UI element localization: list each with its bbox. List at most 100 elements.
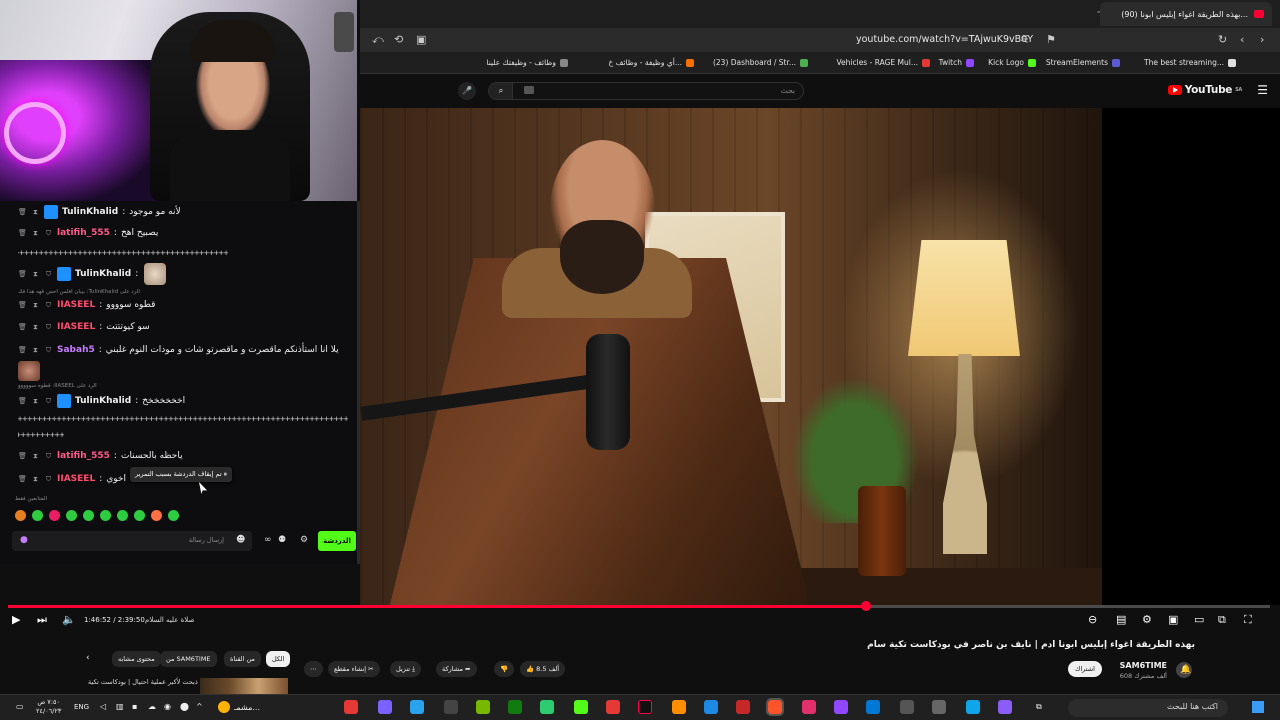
bookmark-item[interactable]: أي وظيفة - وظائف خ...: [608, 58, 694, 67]
youtube-logo[interactable]: YouTube SA: [1167, 84, 1242, 96]
emote-icon[interactable]: [15, 510, 26, 521]
taskbar-app-icon[interactable]: [606, 700, 620, 714]
theater-mode-icon[interactable]: ▭: [1194, 613, 1204, 626]
tray-app-icon[interactable]: ◉: [164, 702, 171, 711]
voice-search-icon[interactable]: 🎤: [458, 82, 476, 100]
pin-icon[interactable]: 🗑: [18, 475, 27, 483]
tray-expand-icon[interactable]: ^: [196, 702, 203, 711]
pin-icon[interactable]: 🗑: [18, 270, 27, 278]
steam-icon[interactable]: [444, 700, 458, 714]
address-bar[interactable]: ⤺ ⟲ ▣ youtube.com/watch?v=TAjwuK9vB0Y ⚟ …: [360, 28, 1280, 52]
bookmark-icon[interactable]: ⚑: [1046, 33, 1056, 46]
emote-icon[interactable]: [83, 510, 94, 521]
bookmark-item[interactable]: Vehicles - RAGE Mul...: [836, 58, 930, 67]
chat-username[interactable]: TulinKhalid: [75, 269, 131, 279]
chat-username[interactable]: IIASEEL: [57, 322, 95, 332]
chat-username[interactable]: latifih_555: [57, 228, 110, 238]
back-icon[interactable]: ‹: [1240, 33, 1244, 46]
bookmark-item[interactable]: The best streaming...: [1144, 58, 1236, 67]
volume-icon[interactable]: 🔈: [62, 613, 76, 626]
instagram-icon[interactable]: [802, 700, 816, 714]
forward-icon[interactable]: ›: [1260, 33, 1264, 46]
outlook-icon[interactable]: [866, 700, 880, 714]
network-tray-icon[interactable]: ▥: [116, 702, 124, 711]
weather-widget[interactable]: مشمـ...: [218, 701, 260, 713]
bookmark-item[interactable]: Kick Logo: [988, 58, 1036, 67]
mic-icon[interactable]: ●: [20, 535, 28, 545]
taskbar-app-icon[interactable]: [344, 700, 358, 714]
chat-username[interactable]: Sabah5: [57, 345, 95, 355]
settings-gear-icon[interactable]: ⚙: [1142, 613, 1152, 626]
chat-username[interactable]: TulinKhalid: [62, 207, 118, 217]
tray-app-icon[interactable]: ▪: [132, 702, 137, 711]
download-button[interactable]: تنزيل ⤓: [390, 661, 422, 677]
pin-icon[interactable]: 🗑: [18, 452, 27, 460]
telegram-icon[interactable]: [410, 700, 424, 714]
chip-from-channel[interactable]: من القناة: [224, 651, 261, 667]
taskbar-app-icon[interactable]: [672, 700, 686, 714]
timeout-icon[interactable]: ⧗: [31, 452, 40, 461]
emote-icon[interactable]: [49, 510, 60, 521]
emote-icon[interactable]: [100, 510, 111, 521]
site-settings-icon[interactable]: ⚟: [1020, 33, 1030, 46]
infinity-icon[interactable]: ∞: [264, 535, 272, 545]
subscribe-button[interactable]: اشتراك: [1068, 661, 1102, 677]
bookmark-item[interactable]: StreamElements: [1046, 58, 1120, 67]
emote-icon[interactable]: [134, 510, 145, 521]
file-explorer-icon[interactable]: [900, 700, 914, 714]
copilot-icon[interactable]: [998, 700, 1012, 714]
pin-icon[interactable]: 🗑: [18, 397, 27, 405]
tray-app-icon[interactable]: ☁: [148, 702, 156, 711]
pin-icon[interactable]: 🗑: [18, 346, 27, 354]
kick-icon[interactable]: [574, 700, 588, 714]
emoji-icon[interactable]: ☻: [236, 535, 245, 545]
browser-tab-active[interactable]: (90) بهذه الطريقة اغواء إبليس ابونا...: [1100, 2, 1272, 26]
autoplay-toggle-icon[interactable]: ⊖: [1088, 613, 1097, 626]
taskbar-app-icon[interactable]: [540, 700, 554, 714]
share-button[interactable]: مشاركة ➦: [436, 661, 477, 677]
keyboard-icon[interactable]: [524, 86, 534, 94]
notifications-bell-icon[interactable]: 🔔: [1180, 665, 1191, 675]
notifications-icon[interactable]: ▭: [16, 702, 24, 711]
taskbar-app-icon[interactable]: [736, 700, 750, 714]
screenshot-icon[interactable]: ▣: [416, 33, 426, 46]
twitch-icon[interactable]: [834, 700, 848, 714]
timeout-icon[interactable]: ⧗: [31, 229, 40, 238]
timeout-icon[interactable]: ⧗: [31, 475, 40, 484]
emote-icon[interactable]: [117, 510, 128, 521]
bookmark-item[interactable]: Twitch: [939, 58, 974, 67]
play-icon[interactable]: ▶: [12, 613, 20, 626]
more-actions-button[interactable]: ⋯: [304, 661, 323, 677]
pin-icon[interactable]: 🗑: [18, 208, 27, 216]
extensions-icon[interactable]: ⤺: [372, 33, 384, 47]
chat-username[interactable]: latifih_555: [57, 451, 110, 461]
volume-tray-icon[interactable]: ◁: [100, 702, 106, 711]
tiktok-icon[interactable]: [638, 700, 652, 714]
taskbar-app-icon[interactable]: [704, 700, 718, 714]
dislike-button[interactable]: 👎: [494, 661, 515, 677]
subtitles-icon[interactable]: ▤: [1116, 613, 1126, 626]
chip-from-sam6time[interactable]: من SAM6TIME: [160, 651, 217, 667]
history-icon[interactable]: ⟲: [394, 33, 403, 46]
taskbar-search-input[interactable]: اكتب هنا للبحث: [1068, 699, 1228, 717]
chat-message-input[interactable]: إرسال رسالة: [12, 531, 252, 551]
xbox-icon[interactable]: [508, 700, 522, 714]
recommended-video-title[interactable]: ذبحت لأكبر عملية احتيال | بودكاست تكية: [88, 678, 198, 686]
nvidia-icon[interactable]: [476, 700, 490, 714]
timeout-icon[interactable]: ⧗: [31, 301, 40, 310]
pin-icon[interactable]: 🗑: [18, 323, 27, 331]
chat-username[interactable]: IIASEEL: [57, 474, 95, 484]
timeout-icon[interactable]: ⧗: [31, 346, 40, 355]
bookmark-item[interactable]: وظائف - وظيفتك علينا: [486, 58, 568, 67]
timeout-icon[interactable]: ⧗: [31, 270, 40, 279]
hamburger-menu-icon[interactable]: ☰: [1257, 83, 1268, 97]
channel-name[interactable]: SAM6TIME: [1120, 661, 1167, 670]
chat-send-button[interactable]: الدردشة: [318, 531, 356, 551]
miniplayer-icon[interactable]: ▣: [1168, 613, 1178, 626]
edge-icon[interactable]: [966, 700, 980, 714]
timeout-icon[interactable]: ⧗: [31, 323, 40, 332]
chat-settings-icon[interactable]: ⚙: [300, 535, 308, 545]
fullscreen-icon[interactable]: ⛶: [1244, 613, 1252, 627]
system-clock[interactable]: ٧:٥٠ ص ٢٤/٠٦/٢٣: [36, 698, 61, 716]
emote-icon[interactable]: [66, 510, 77, 521]
